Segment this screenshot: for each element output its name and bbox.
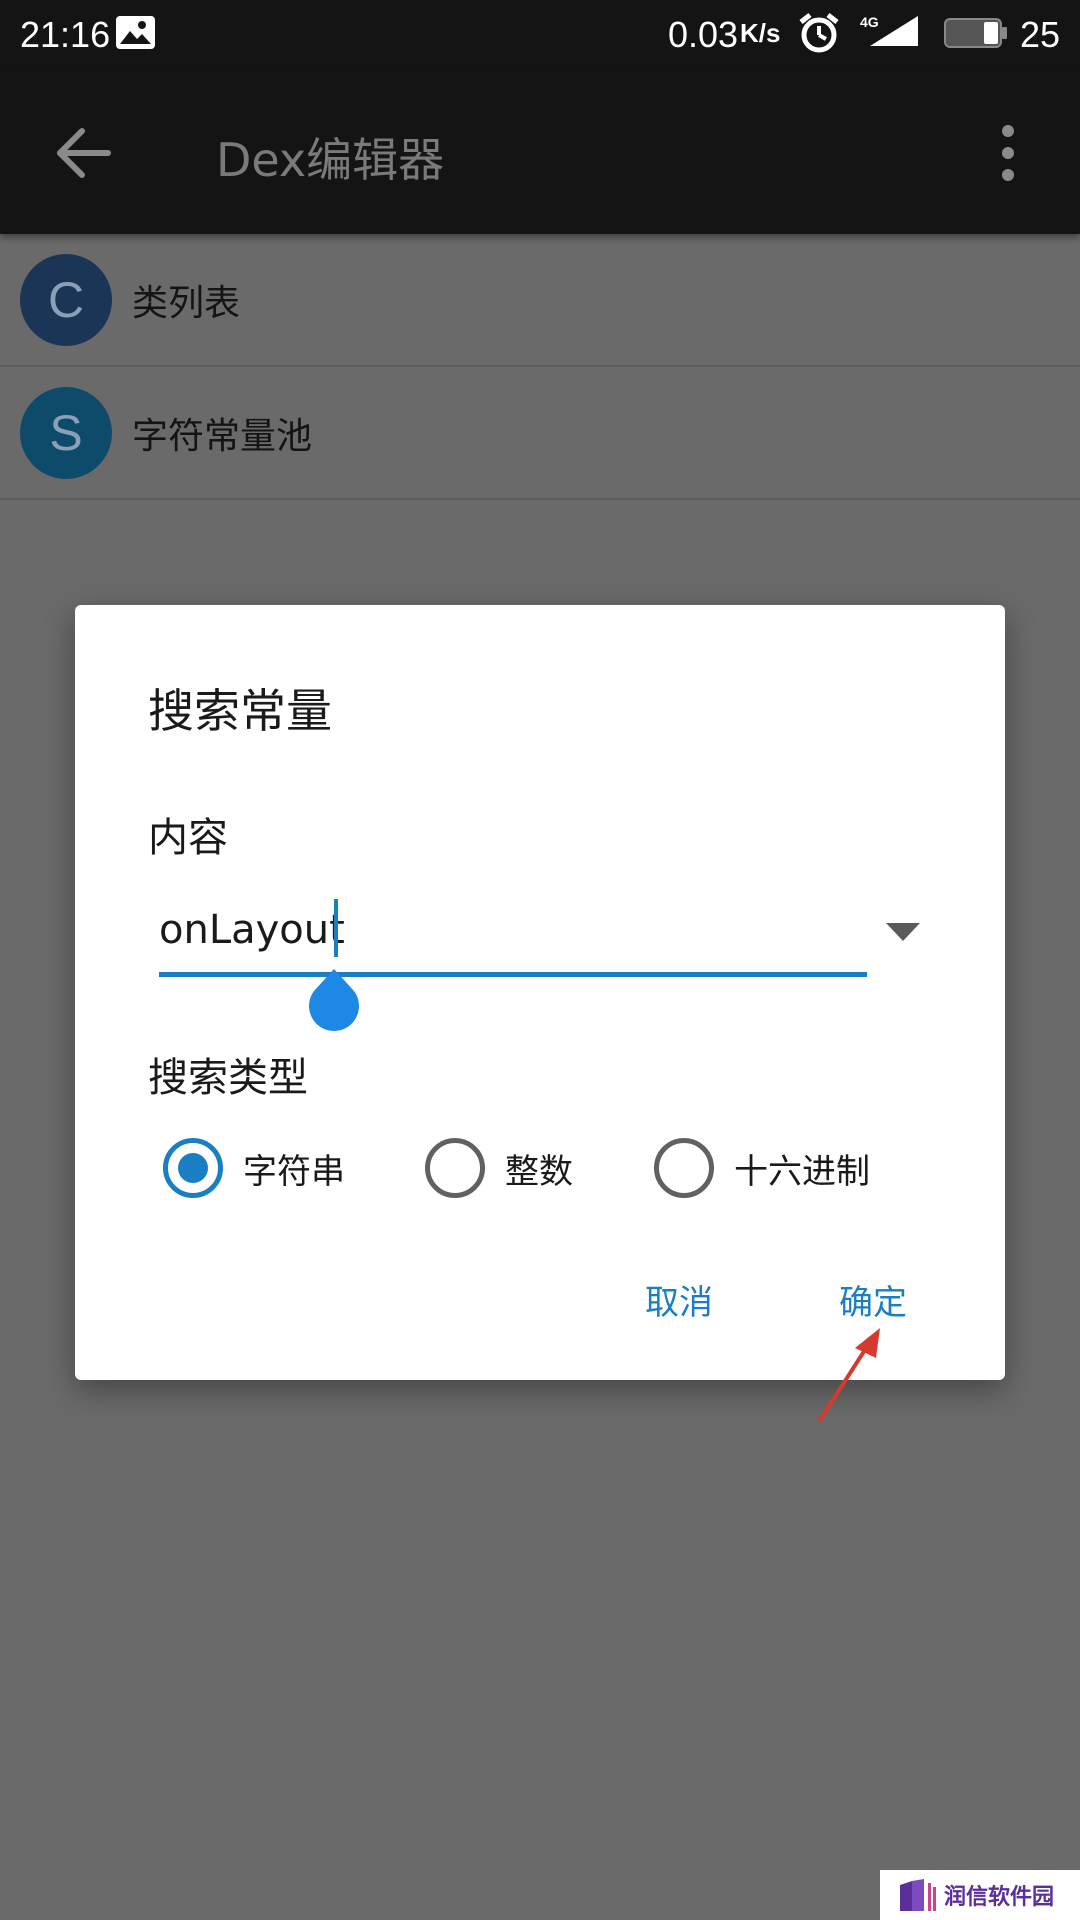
dialog-title: 搜索常量 <box>148 684 332 738</box>
radio-unchecked-icon[interactable] <box>425 1138 485 1198</box>
watermark-text: 润信软件园 <box>944 1885 1055 1910</box>
watermark: 润信软件园 <box>880 1870 1080 1920</box>
more-vert-icon[interactable] <box>984 117 1032 189</box>
battery-level: 25 <box>1020 14 1061 55</box>
section-list: C 类列表 S 字符常量池 <box>0 234 1080 500</box>
cursor-handle-icon[interactable] <box>307 967 361 1031</box>
dropdown-arrow-icon[interactable] <box>880 913 926 949</box>
battery-icon <box>944 18 1007 48</box>
radio-string[interactable]: 字符串 <box>163 1133 345 1203</box>
radio-integer[interactable]: 整数 <box>425 1133 573 1203</box>
search-type-label: 搜索类型 <box>148 1055 308 1101</box>
list-item-class-list[interactable]: C 类列表 <box>0 234 1080 367</box>
annotation-arrow-icon <box>818 1328 880 1422</box>
logo-icon <box>900 1879 936 1911</box>
status-time: 21:16 <box>20 14 111 55</box>
signal-icon <box>870 16 918 46</box>
text-cursor <box>334 899 338 957</box>
avatar: C <box>20 254 112 346</box>
radio-unchecked-icon[interactable] <box>654 1138 714 1198</box>
list-item-string-pool[interactable]: S 字符常量池 <box>0 367 1080 500</box>
gallery-icon <box>116 16 155 49</box>
app-toolbar: Dex编辑器 <box>0 72 1080 234</box>
list-item-label: 字符常量池 <box>132 416 313 457</box>
search-input-wrapper <box>159 895 867 975</box>
alarm-icon <box>799 13 839 53</box>
radio-label: 字符串 <box>243 1151 345 1192</box>
search-constant-dialog: 搜索常量 内容 搜索类型 字符串 整数 十六进制 取消 确定 <box>75 605 1005 1380</box>
content-label: 内容 <box>148 815 228 861</box>
network-speed-unit: K/s <box>740 18 781 48</box>
radio-checked-icon[interactable] <box>163 1138 223 1198</box>
radio-label: 十六进制 <box>734 1151 870 1192</box>
ok-button[interactable]: 确定 <box>839 1275 907 1324</box>
radio-label: 整数 <box>505 1151 573 1192</box>
network-speed: 0.03 <box>668 14 739 55</box>
avatar: S <box>20 387 112 479</box>
radio-hex[interactable]: 十六进制 <box>654 1133 870 1203</box>
search-input[interactable] <box>159 895 867 965</box>
status-bar: 21:16 0.03 K/s 4G 25 <box>0 0 1080 72</box>
page-title: Dex编辑器 <box>216 133 445 187</box>
list-item-label: 类列表 <box>132 283 241 324</box>
back-arrow-icon[interactable] <box>50 117 122 189</box>
search-input-underline <box>159 972 867 977</box>
cancel-button[interactable]: 取消 <box>645 1275 713 1324</box>
